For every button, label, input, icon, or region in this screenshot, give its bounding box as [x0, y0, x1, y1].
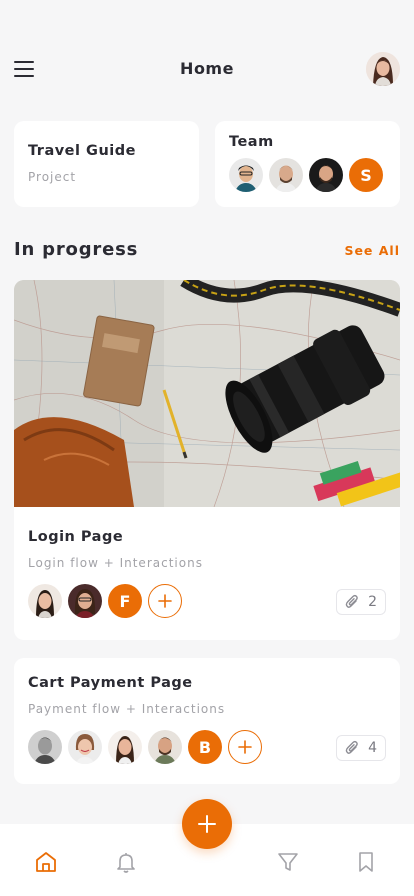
app-header: Home	[0, 50, 414, 90]
task-title: Cart Payment Page	[28, 675, 193, 691]
task-subtitle: Login flow + Interactions	[28, 556, 203, 570]
bell-icon[interactable]	[114, 850, 138, 874]
task-member-initial-avatar[interactable]: F	[108, 584, 142, 618]
task-subtitle: Payment flow + Interactions	[28, 702, 226, 716]
paperclip-icon	[345, 594, 358, 608]
home-icon[interactable]	[34, 850, 58, 874]
attachments-badge[interactable]: 4	[336, 735, 386, 761]
paperclip-icon	[345, 740, 358, 754]
project-subtitle: Project	[28, 170, 77, 184]
team-member-initial-avatar[interactable]: S	[349, 158, 383, 192]
plus-icon	[238, 740, 252, 754]
task-member-avatar[interactable]	[148, 730, 182, 764]
in-progress-header: In progress See All	[14, 239, 400, 261]
attachment-count: 2	[368, 594, 377, 610]
team-card[interactable]: Team S	[215, 121, 400, 207]
filter-icon[interactable]	[276, 850, 300, 874]
attachment-count: 4	[368, 740, 377, 756]
plus-icon	[198, 815, 216, 833]
see-all-link[interactable]: See All	[344, 243, 400, 258]
team-title: Team	[229, 134, 274, 150]
bookmark-icon[interactable]	[354, 850, 378, 874]
task-card-login-page[interactable]: Login Page Login flow + Interactions F 2	[14, 280, 400, 640]
team-member-avatar[interactable]	[269, 158, 303, 192]
task-member-avatar[interactable]	[68, 730, 102, 764]
team-member-avatar[interactable]	[309, 158, 343, 192]
task-member-avatar[interactable]	[68, 584, 102, 618]
section-title: In progress	[14, 239, 139, 260]
task-cover-image	[14, 280, 400, 507]
task-member-initial-avatar[interactable]: B	[188, 730, 222, 764]
task-member-avatar[interactable]	[28, 584, 62, 618]
task-member-avatar[interactable]	[108, 730, 142, 764]
task-card-cart-payment-page[interactable]: Cart Payment Page Payment flow + Interac…	[14, 658, 400, 784]
user-avatar[interactable]	[366, 52, 400, 86]
add-task-button[interactable]	[182, 799, 232, 849]
project-card-travel-guide[interactable]: Travel Guide Project	[14, 121, 199, 207]
plus-icon	[158, 594, 172, 608]
add-member-button[interactable]	[228, 730, 262, 764]
page-title: Home	[180, 59, 234, 78]
task-member-avatar[interactable]	[28, 730, 62, 764]
task-title: Login Page	[28, 529, 124, 545]
attachments-badge[interactable]: 2	[336, 589, 386, 615]
project-title: Travel Guide	[28, 143, 136, 159]
team-member-avatar[interactable]	[229, 158, 263, 192]
add-member-button[interactable]	[148, 584, 182, 618]
